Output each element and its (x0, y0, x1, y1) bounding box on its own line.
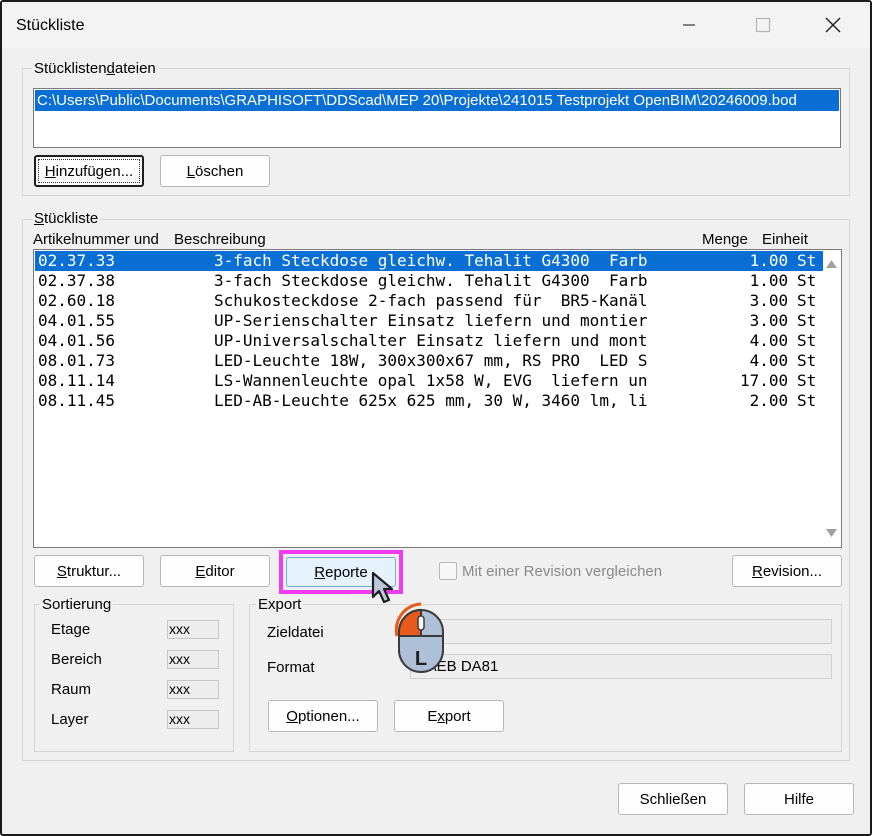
editor-button[interactable]: Editor (160, 555, 270, 587)
bom-row-description: LED-AB-Leuchte 625x 625 mm, 30 W, 3460 l… (214, 391, 648, 410)
bom-files-list[interactable]: C:\Users\Public\Documents\GRAPHISOFT\DDS… (33, 88, 841, 148)
close-icon (825, 17, 841, 33)
bom-row[interactable]: 04.01.56 UP-Universalschalter Einsatz lie… (35, 331, 823, 351)
scroll-down-icon[interactable] (826, 529, 837, 537)
target-file-field[interactable] (410, 619, 832, 644)
sorting-label-1: Bereich (51, 651, 102, 668)
bom-row-article: 02.37.38 (38, 271, 116, 290)
sorting-label-0: Etage (51, 621, 91, 638)
title-bar: Stückliste (2, 2, 870, 48)
mouse-button-letter: L (415, 648, 427, 670)
close-button[interactable]: Schließen (618, 783, 728, 815)
bom-row-description: LS-Wannenleuchte opal 1x58 W, EVG liefer… (214, 371, 648, 390)
bom-row-quantity: 4.00 (740, 351, 789, 370)
bom-row-unit: St (797, 291, 817, 310)
bom-row-unit: St (797, 351, 817, 370)
bom-row-article: 04.01.56 (38, 331, 116, 350)
bom-dialog: Stückliste Stücklistendateien C:\Users\P… (0, 0, 872, 836)
add-file-button[interactable]: Hinzufügen... (34, 155, 144, 187)
bom-list-scrollbar[interactable] (823, 251, 840, 546)
delete-file-button[interactable]: Löschen (160, 155, 270, 187)
bom-group-label: Stückliste (32, 210, 101, 227)
bom-row-unit: St (797, 251, 817, 270)
target-file-label: Zieldatei (267, 624, 324, 641)
sorting-label-3: Layer (51, 711, 89, 728)
sorting-group-label: Sortierung (40, 596, 114, 613)
bom-row-unit: St (797, 371, 817, 390)
sorting-field-2[interactable]: xxx (167, 680, 219, 699)
maximize-icon (755, 17, 771, 33)
bom-row-description: 3-fach Steckdose gleichw. Tehalit G4300 … (214, 251, 648, 270)
bom-row-unit: St (797, 311, 817, 330)
bom-row-article: 08.11.45 (38, 391, 116, 410)
bom-row[interactable]: 02.60.18 Schukosteckdose 2-fach passend f… (35, 291, 823, 311)
structure-button[interactable]: Struktur... (34, 555, 144, 587)
export-group-label: Export (256, 596, 304, 613)
bom-row-article: 08.11.14 (38, 371, 116, 390)
close-window-button[interactable] (810, 8, 856, 42)
mouse-icon: L (394, 602, 444, 673)
bom-row-description: Schukosteckdose 2-fach passend für BR5-K… (214, 291, 648, 310)
sorting-field-3[interactable]: xxx (167, 710, 219, 729)
window-title: Stückliste (16, 17, 85, 34)
bom-row-article: 02.60.18 (38, 291, 116, 310)
format-field[interactable]: GAEB DA81 (410, 654, 832, 679)
bom-row-quantity: 17.00 (740, 371, 789, 390)
bom-row-article: 04.01.55 (38, 311, 116, 330)
bom-list[interactable]: 02.37.33 3-fach Steckdose gleichw. Tehali… (33, 249, 842, 548)
bom-row-quantity: 2.00 (740, 391, 789, 410)
bom-row-quantity: 3.00 (740, 311, 789, 330)
bom-row[interactable]: 08.11.45 LED-AB-Leuchte 625x 625 mm, 30 W… (35, 391, 823, 411)
help-button[interactable]: Hilfe (744, 783, 854, 815)
bom-row-unit: St (797, 271, 817, 290)
minimize-icon (683, 24, 695, 26)
bom-row-description: LED-Leuchte 18W, 300x300x67 mm, RS PRO L… (214, 351, 648, 370)
bom-row[interactable]: 02.37.38 3-fach Steckdose gleichw. Tehali… (35, 271, 823, 291)
compare-revision-label: Mit einer Revision vergleichen (462, 563, 663, 580)
column-header-description: Beschreibung (174, 231, 266, 248)
minimize-button[interactable] (666, 8, 712, 42)
bom-row-description: UP-Universalschalter Einsatz liefern und… (214, 331, 648, 350)
bom-row[interactable]: 08.01.73 LED-Leuchte 18W, 300x300x67 mm, … (35, 351, 823, 371)
column-header-article: Artikelnummer und (33, 231, 159, 248)
bom-row-quantity: 1.00 (740, 251, 789, 270)
mouse-left-click-indicator: L (388, 596, 450, 676)
bom-row[interactable]: 08.11.14 LS-Wannenleuchte opal 1x58 W, EV… (35, 371, 823, 391)
bom-row-unit: St (797, 331, 817, 350)
bom-row-quantity: 1.00 (740, 271, 789, 290)
bom-file-item[interactable]: C:\Users\Public\Documents\GRAPHISOFT\DDS… (35, 90, 839, 111)
export-button[interactable]: Ex port (394, 700, 504, 732)
mouse-pointer (370, 570, 400, 606)
bom-row[interactable]: 02.37.33 3-fach Steckdose gleichw. Tehali… (35, 251, 823, 271)
cursor-arrow-icon (371, 571, 394, 604)
bom-row-unit: St (797, 391, 817, 410)
column-header-quantity: Menge (702, 231, 748, 248)
bom-row-quantity: 4.00 (740, 331, 789, 350)
sorting-field-1[interactable]: xxx (167, 650, 219, 669)
column-header-unit: Einheit (762, 231, 808, 248)
bom-files-group-label: Stücklistendateien (32, 60, 158, 77)
bom-row[interactable]: 04.01.55 UP-Serienschalter Einsatz liefer… (35, 311, 823, 331)
sorting-field-0[interactable]: xxx (167, 620, 219, 639)
maximize-button (740, 8, 786, 42)
options-button[interactable]: Optionen... (268, 700, 378, 732)
revision-button[interactable]: Revision... (732, 555, 842, 587)
sorting-label-2: Raum (51, 681, 92, 698)
bom-row-description: UP-Serienschalter Einsatz liefern und mo… (214, 311, 648, 330)
scroll-up-icon[interactable] (826, 260, 837, 268)
bom-row-description: 3-fach Steckdose gleichw. Tehalit G4300 … (214, 271, 648, 290)
compare-revision-checkbox[interactable] (439, 562, 457, 580)
bom-row-quantity: 3.00 (740, 291, 789, 310)
format-label: Format (267, 659, 315, 676)
bom-row-article: 08.01.73 (38, 351, 116, 370)
bom-row-article: 02.37.33 (38, 251, 116, 270)
